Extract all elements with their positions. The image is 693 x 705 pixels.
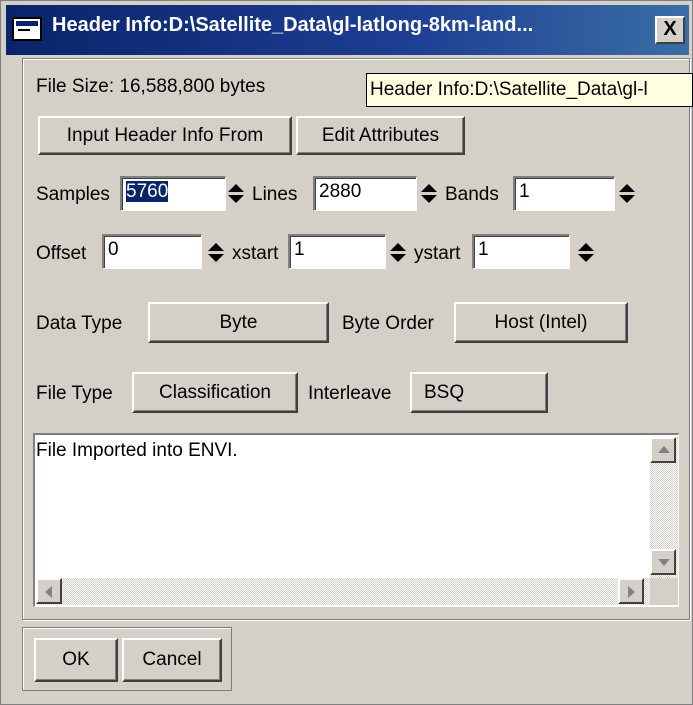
- file-type-dropdown[interactable]: Classification: [132, 372, 298, 413]
- xstart-input[interactable]: 1: [288, 234, 386, 269]
- cancel-button[interactable]: Cancel: [122, 638, 222, 682]
- samples-label: Samples: [36, 184, 110, 205]
- file-type-label: File Type: [36, 383, 113, 404]
- lines-spinner-icon[interactable]: [421, 184, 437, 204]
- ystart-input[interactable]: 1: [472, 234, 570, 269]
- file-size-label: File Size: 16,588,800 bytes: [36, 76, 266, 97]
- data-type-dropdown[interactable]: Byte: [148, 302, 329, 343]
- offset-input[interactable]: 0: [102, 234, 202, 269]
- ystart-label: ystart: [414, 243, 461, 264]
- offset-label: Offset: [36, 243, 87, 264]
- edit-attributes-button[interactable]: Edit Attributes: [296, 116, 465, 155]
- samples-input[interactable]: 5760: [120, 176, 226, 211]
- title-tooltip: Header Info:D:\Satellite_Data\gl-l: [366, 73, 693, 107]
- ok-button[interactable]: OK: [34, 638, 118, 682]
- scroll-right-icon[interactable]: [618, 578, 644, 604]
- byte-order-dropdown[interactable]: Host (Intel): [454, 302, 628, 343]
- bands-spinner-icon[interactable]: [619, 184, 635, 204]
- lines-label: Lines: [252, 184, 298, 205]
- bands-label: Bands: [445, 184, 499, 205]
- scroll-up-icon[interactable]: [650, 437, 676, 463]
- horizontal-scrollbar[interactable]: [36, 578, 650, 605]
- xstart-label: xstart: [232, 243, 279, 264]
- window-title: Header Info:D:\Satellite_Data\gl-latlong…: [52, 14, 534, 36]
- data-type-label: Data Type: [36, 313, 123, 334]
- window-app-icon: [12, 17, 42, 41]
- bands-input[interactable]: 1: [513, 176, 615, 211]
- scroll-down-icon[interactable]: [650, 549, 676, 575]
- byte-order-label: Byte Order: [342, 313, 434, 334]
- scrollbar-corner: [650, 578, 678, 605]
- description-text: File Imported into ENVI.: [36, 440, 238, 461]
- close-button[interactable]: X: [655, 16, 685, 44]
- input-header-info-from-button[interactable]: Input Header Info From: [38, 116, 292, 155]
- scroll-left-icon[interactable]: [36, 578, 62, 604]
- interleave-label: Interleave: [308, 383, 392, 404]
- samples-spinner-icon[interactable]: [228, 184, 244, 204]
- samples-value: 5760: [126, 181, 169, 202]
- ystart-spinner-icon[interactable]: [578, 243, 594, 263]
- offset-spinner-icon[interactable]: [208, 243, 224, 263]
- interleave-dropdown[interactable]: BSQ: [410, 372, 548, 413]
- xstart-spinner-icon[interactable]: [390, 243, 406, 263]
- lines-input[interactable]: 2880: [313, 176, 417, 211]
